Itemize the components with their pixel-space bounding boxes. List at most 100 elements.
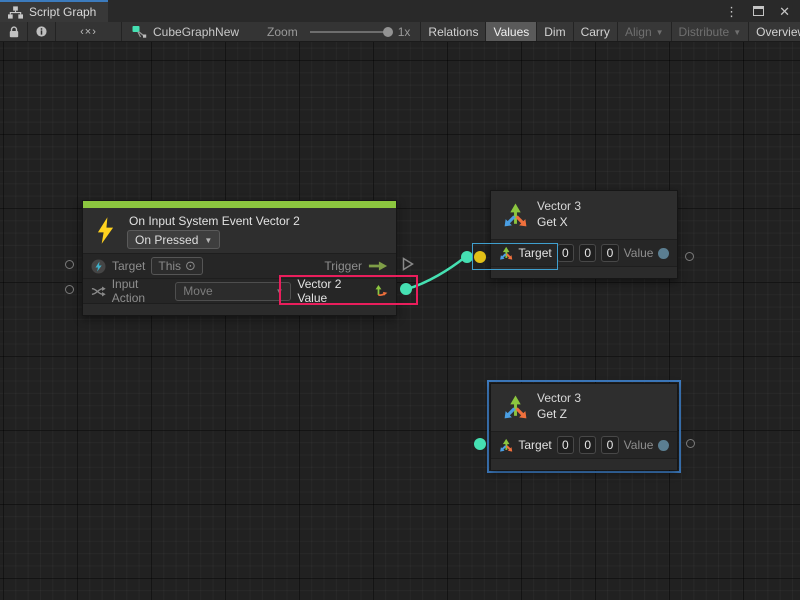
get-x-node[interactable]: Vector 3 Get X Target 0 0 0 Value xyxy=(490,190,678,279)
event-badge-icon xyxy=(91,259,106,274)
code-icon: ‹×› xyxy=(80,26,97,38)
event-target-row: Target This ⊙ Trigger xyxy=(83,253,396,278)
window-controls: ⋮ ✕ xyxy=(725,0,800,22)
toolbar-button-distribute[interactable]: Distribute ▼ xyxy=(672,22,750,41)
lightning-bolt-icon xyxy=(96,217,115,244)
script-graph-window: Script Graph ⋮ ✕ ‹×› xyxy=(0,0,800,600)
tab-label: Script Graph xyxy=(29,5,96,19)
input-action-value: Move xyxy=(183,284,212,298)
toolbar-button-carry[interactable]: Carry xyxy=(574,22,618,41)
get-x-target-label: Target xyxy=(518,246,551,260)
shuffle-icon xyxy=(91,285,106,298)
lock-button[interactable] xyxy=(0,22,28,41)
toolbar-button-dim[interactable]: Dim xyxy=(537,22,573,41)
event-node[interactable]: On Input System Event Vector 2 On Presse… xyxy=(82,200,397,316)
event-node-accent-bar xyxy=(83,201,396,208)
chevron-down-icon: ▼ xyxy=(275,288,283,296)
get-z-output-label: Value xyxy=(624,438,654,452)
connection-wire xyxy=(0,42,800,600)
vector3-icon xyxy=(502,202,529,229)
event-input-action-row: Input Action Move ▼ Vector 2 Value xyxy=(83,278,396,303)
lock-icon xyxy=(9,26,19,38)
event-mode-dropdown[interactable]: On Pressed ▼ xyxy=(127,230,220,249)
inspect-button[interactable] xyxy=(28,22,56,41)
zoom-label: Zoom xyxy=(267,25,298,39)
toolbar-button-overview[interactable]: Overview xyxy=(749,22,800,41)
graph-name[interactable]: CubeGraphNew xyxy=(153,25,239,39)
trigger-arrow-icon xyxy=(368,260,388,272)
scope-icon: ⊙ xyxy=(185,258,196,274)
zoom-value: 1x xyxy=(398,25,411,39)
get-x-value-x[interactable]: 0 xyxy=(557,244,574,262)
target-label: Target xyxy=(112,259,145,273)
vector2-value-label: Vector 2 Value xyxy=(297,277,368,305)
get-z-header[interactable]: Vector 3 Get Z xyxy=(491,384,677,431)
get-x-header[interactable]: Vector 3 Get X xyxy=(491,191,677,239)
get-x-op-label: Get X xyxy=(537,215,568,229)
event-node-title: On Input System Event Vector 2 xyxy=(129,214,300,228)
get-z-footer xyxy=(491,458,677,470)
get-x-value-dot[interactable] xyxy=(658,248,669,259)
get-z-value-dot[interactable] xyxy=(658,440,669,451)
get-z-value-z[interactable]: 0 xyxy=(601,436,618,454)
event-action-input-port[interactable] xyxy=(65,285,74,294)
maximize-icon[interactable] xyxy=(753,6,764,16)
get-z-target-row: Target 0 0 0 Value xyxy=(491,431,677,458)
button-label: Carry xyxy=(581,25,610,39)
button-label: Values xyxy=(493,25,529,39)
trigger-label: Trigger xyxy=(324,259,362,273)
vector2-value-output-port[interactable] xyxy=(400,283,412,295)
input-action-label: Input Action xyxy=(112,277,170,305)
vector3-small-icon xyxy=(499,246,513,261)
button-label: Align xyxy=(625,25,652,39)
info-icon xyxy=(36,25,47,38)
event-node-header[interactable]: On Input System Event Vector 2 On Presse… xyxy=(83,208,396,253)
tab-script-graph[interactable]: Script Graph xyxy=(0,0,108,22)
zoom-slider[interactable] xyxy=(310,31,392,33)
get-x-type-label: Vector 3 xyxy=(537,199,581,213)
button-label: Overview xyxy=(756,25,800,39)
graph-hierarchy-icon xyxy=(8,6,23,19)
get-x-output-port[interactable] xyxy=(685,252,694,261)
target-this-chip[interactable]: This ⊙ xyxy=(151,257,203,275)
get-z-node[interactable]: Vector 3 Get Z Target 0 0 0 Value xyxy=(490,383,678,470)
button-label: Relations xyxy=(428,25,478,39)
close-icon[interactable]: ✕ xyxy=(779,5,790,18)
kebab-menu-icon[interactable]: ⋮ xyxy=(725,5,738,18)
get-x-value-y[interactable]: 0 xyxy=(579,244,596,262)
get-z-value-y[interactable]: 0 xyxy=(579,436,596,454)
button-label: Distribute xyxy=(679,25,730,39)
connection-endpoint-port[interactable] xyxy=(461,251,473,263)
vector3-small-icon xyxy=(499,438,513,453)
get-z-op-label: Get Z xyxy=(537,407,567,421)
get-z-type-label: Vector 3 xyxy=(537,391,581,405)
get-z-target-label: Target xyxy=(518,438,551,452)
event-mode-label: On Pressed xyxy=(135,233,198,247)
trigger-output-port[interactable] xyxy=(402,257,414,271)
get-x-output-label: Value xyxy=(624,246,654,260)
input-action-dropdown[interactable]: Move ▼ xyxy=(175,282,291,301)
get-x-target-port[interactable] xyxy=(474,251,486,263)
graph-canvas[interactable]: On Input System Event Vector 2 On Presse… xyxy=(0,42,800,600)
chevron-down-icon: ▼ xyxy=(656,29,664,37)
get-x-target-row: Target 0 0 0 Value xyxy=(491,239,677,266)
tab-bar: Script Graph ⋮ ✕ xyxy=(0,0,800,22)
get-z-value-x[interactable]: 0 xyxy=(557,436,574,454)
vector3-icon xyxy=(502,394,529,421)
chevron-down-icon: ▼ xyxy=(204,237,212,245)
get-z-output-port[interactable] xyxy=(686,439,695,448)
toolbar-button-align[interactable]: Align ▼ xyxy=(618,22,672,41)
script-graph-asset-icon xyxy=(132,25,147,39)
get-x-footer xyxy=(491,266,677,278)
get-z-target-port[interactable] xyxy=(474,438,486,450)
chevron-down-icon: ▼ xyxy=(733,29,741,37)
get-x-value-z[interactable]: 0 xyxy=(601,244,618,262)
event-target-input-port[interactable] xyxy=(65,260,74,269)
toolbar-button-relations[interactable]: Relations xyxy=(421,22,486,41)
button-label: Dim xyxy=(544,25,565,39)
graph-toolbar: ‹×› CubeGraphNew Zoom 1x Relations Value… xyxy=(0,22,800,42)
preview-code-button[interactable]: ‹×› xyxy=(56,22,122,41)
toolbar-button-values[interactable]: Values xyxy=(486,22,537,41)
vector2-icon xyxy=(374,284,388,299)
zoom-slider-handle[interactable] xyxy=(383,27,393,37)
